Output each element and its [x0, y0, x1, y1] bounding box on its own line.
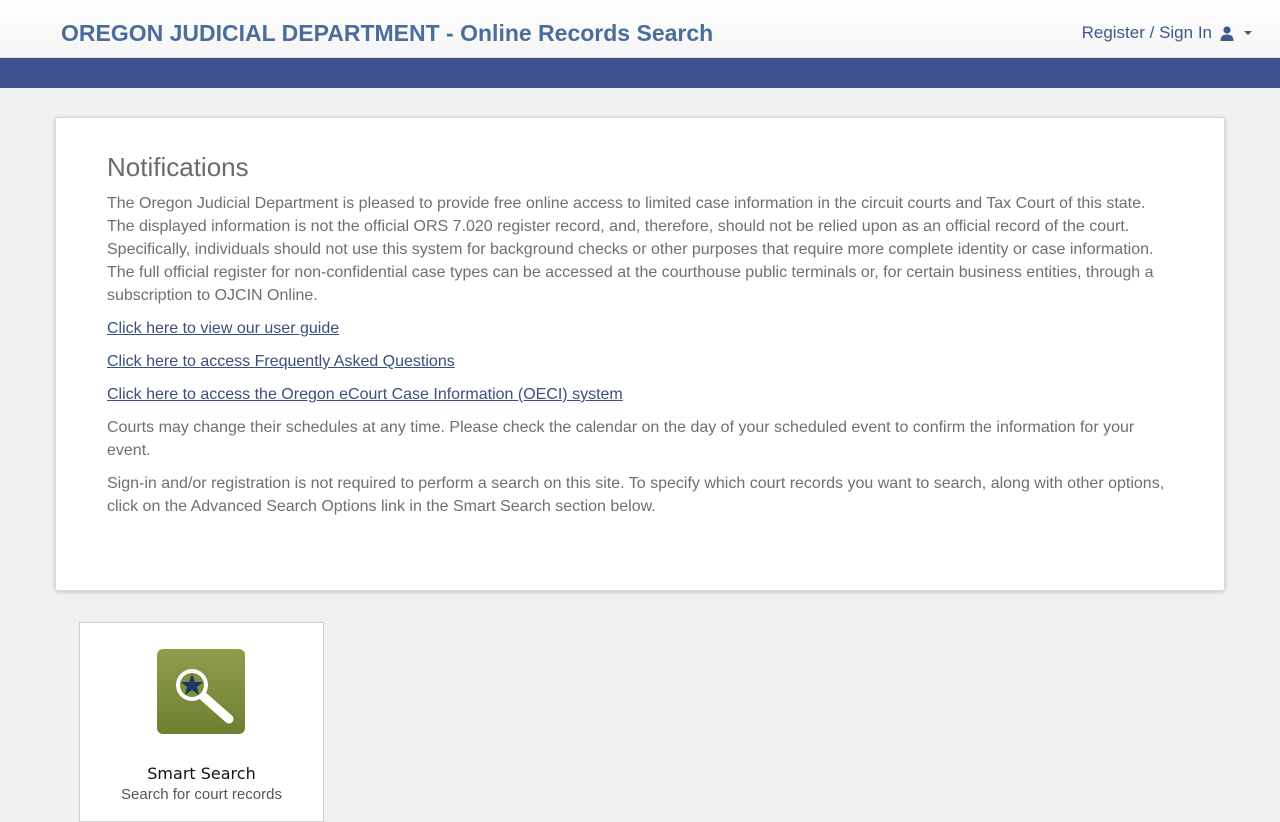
header-band: [0, 58, 1280, 88]
schedule-note: Courts may change their schedules at any…: [107, 419, 1135, 459]
user-icon: [1220, 25, 1234, 41]
oeci-link[interactable]: Click here to access the Oregon eCourt C…: [107, 383, 1172, 406]
header-bar: OREGON JUDICIAL DEPARTMENT - Online Reco…: [0, 0, 1280, 58]
faq-link[interactable]: Click here to access Frequently Asked Qu…: [107, 350, 1172, 373]
chevron-down-icon[interactable]: [1244, 31, 1252, 35]
notifications-title: Notifications: [107, 152, 249, 182]
user-guide-link[interactable]: Click here to view our user guide: [107, 317, 1172, 340]
site-title[interactable]: OREGON JUDICIAL DEPARTMENT - Online Reco…: [61, 19, 713, 47]
smart-search-subtitle: Search for court records: [121, 786, 282, 803]
smart-search-title[interactable]: Smart Search: [80, 764, 323, 783]
magnifier-star-icon: [157, 649, 245, 734]
signin-note: Sign-in and/or registration is not requi…: [107, 475, 1165, 515]
smart-search-tile[interactable]: Smart Search Search for court records: [79, 622, 324, 822]
notifications-intro: The Oregon Judicial Department is please…: [107, 195, 1154, 304]
notifications-panel: Notifications The Oregon Judicial Depart…: [55, 117, 1225, 591]
register-signin-label[interactable]: Register / Sign In: [1082, 23, 1212, 43]
register-signin-menu[interactable]: Register / Sign In: [1082, 23, 1252, 43]
